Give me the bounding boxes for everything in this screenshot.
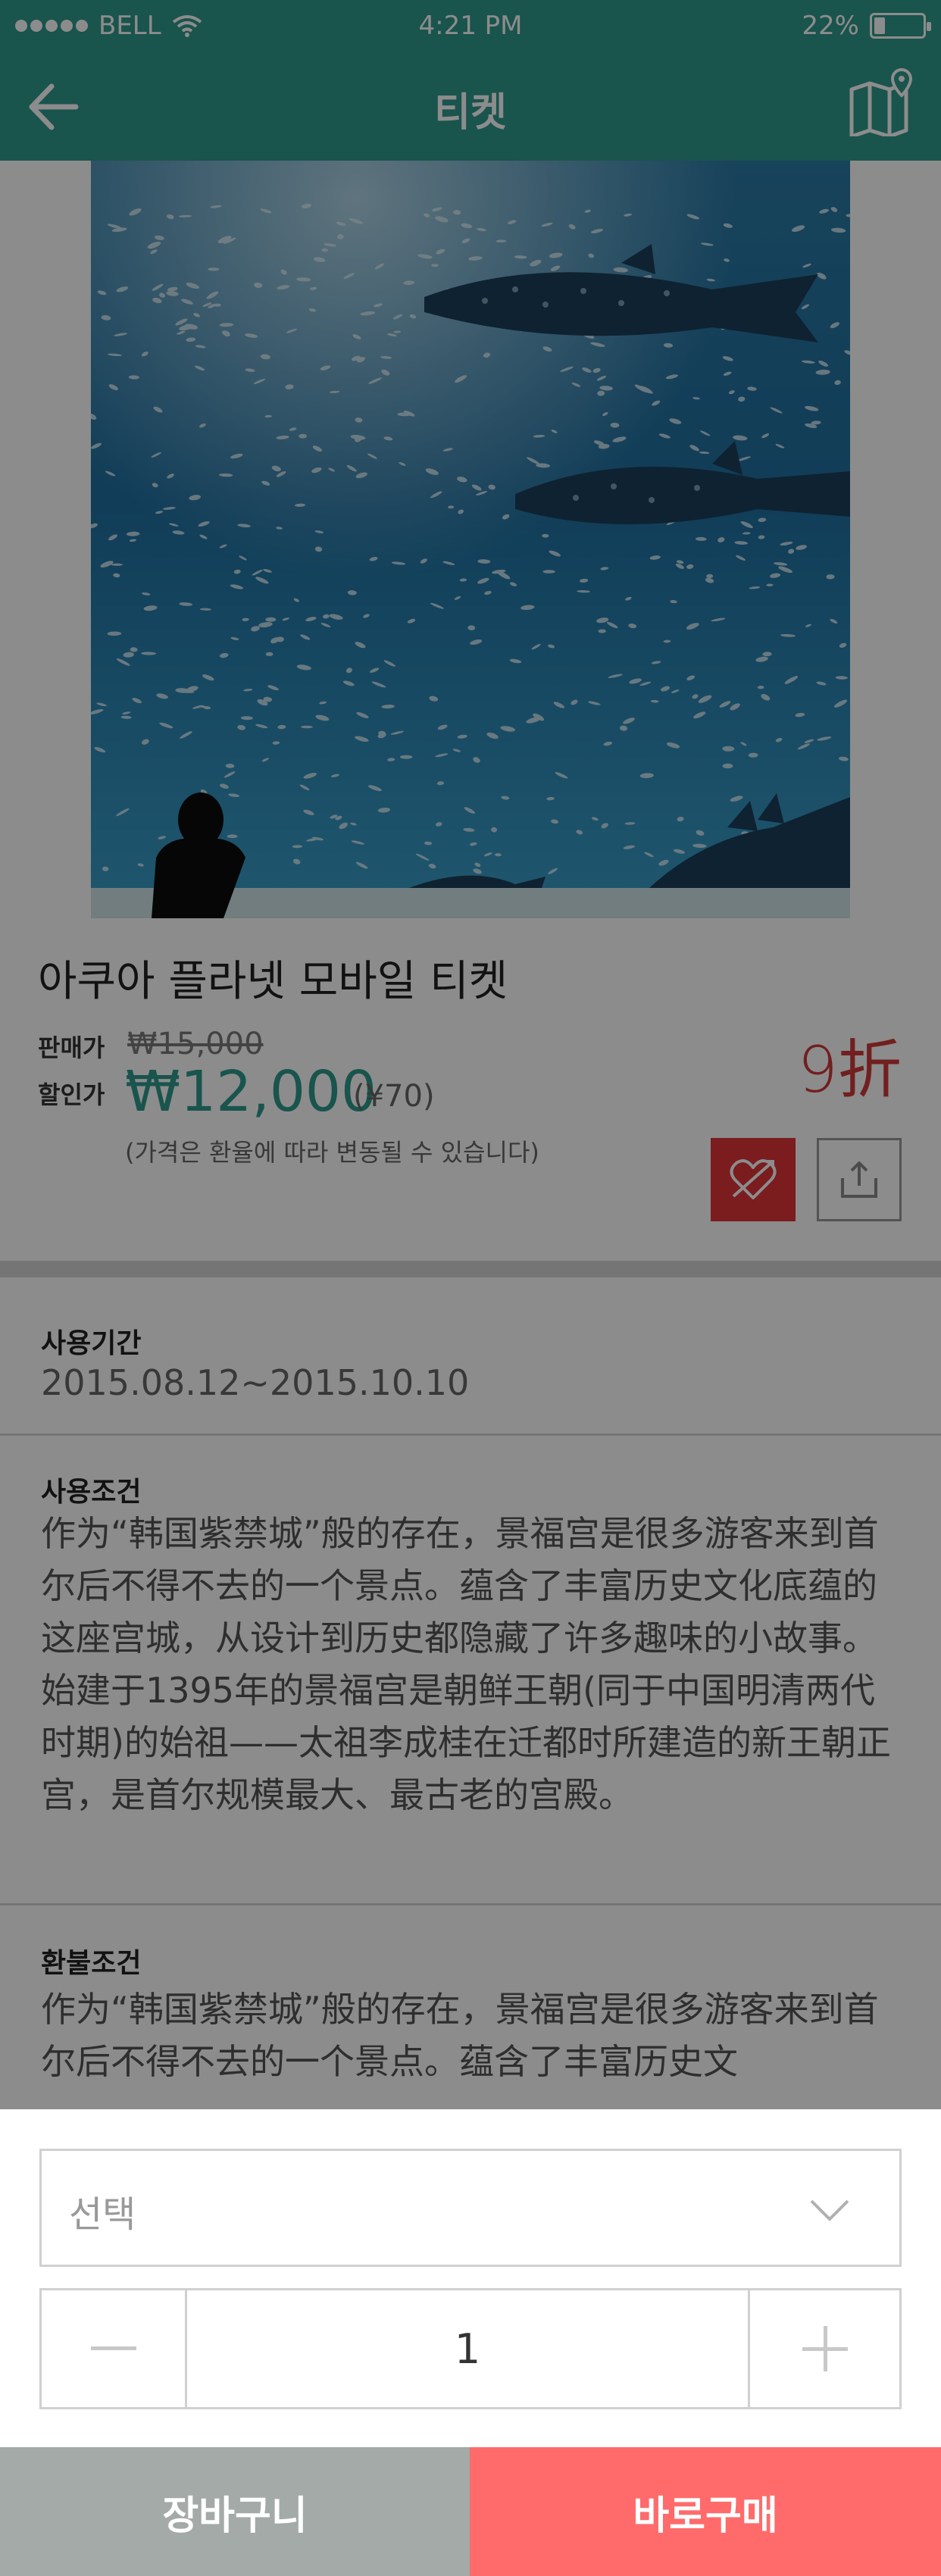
- quantity-stepper: 1: [39, 2288, 902, 2409]
- quantity-value: 1: [454, 2324, 481, 2373]
- increment-button[interactable]: [748, 2290, 899, 2407]
- plus-icon: [802, 2326, 848, 2371]
- add-to-cart-button[interactable]: 장바구니: [0, 2447, 470, 2576]
- option-select[interactable]: 선택: [39, 2149, 902, 2267]
- decrement-button[interactable]: [42, 2290, 187, 2407]
- purchase-sheet: 선택 1 장바구니 바로구매: [0, 2109, 941, 2576]
- minus-icon: [90, 2346, 136, 2350]
- buy-now-button[interactable]: 바로구매: [470, 2447, 941, 2576]
- select-placeholder: 선택: [69, 2193, 136, 2236]
- chevron-down-icon: [810, 2199, 849, 2221]
